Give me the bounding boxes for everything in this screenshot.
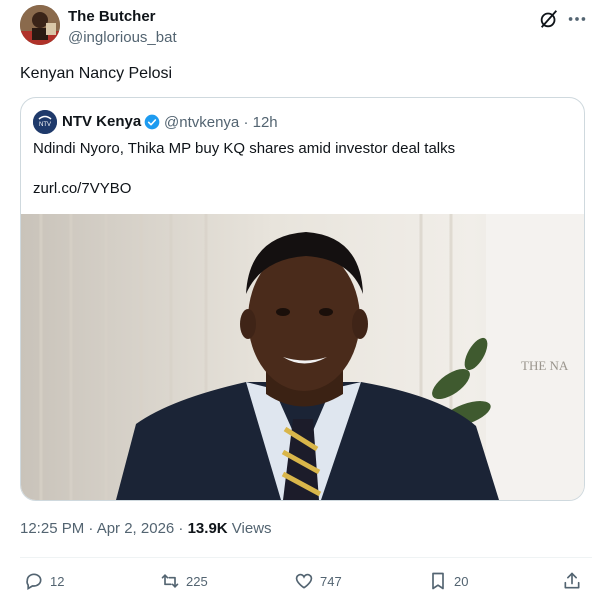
quote-age: · 12h [243, 114, 278, 131]
quoted-tweet-card[interactable]: NTV NTV Kenya @ntvkenya · 12h Ndindi Nyo… [20, 97, 585, 501]
share-icon [564, 572, 580, 589]
quote-photo[interactable]: THE NA [21, 214, 584, 500]
author-avatar[interactable] [20, 5, 60, 45]
repost-icon [161, 574, 179, 588]
like-button[interactable]: 747 [294, 569, 342, 593]
timestamp[interactable]: 12:25 PM · Apr 2, 2026 · [20, 520, 188, 537]
quote-text: Ndindi Nyoro, Thika MP buy KQ shares ami… [33, 140, 456, 157]
bookmark-icon [432, 572, 444, 590]
quote-meta: @ntvkenya · 12h [164, 114, 278, 131]
grok-icon[interactable] [538, 8, 560, 30]
quote-author-handle[interactable]: @ntvkenya [164, 114, 239, 131]
like-icon [295, 573, 313, 589]
photo-watermark: THE NA [521, 358, 569, 373]
bookmark-count: 20 [454, 573, 469, 589]
verified-badge-icon [144, 114, 160, 130]
divider [20, 557, 592, 558]
more-icon[interactable] [566, 8, 588, 30]
repost-count: 225 [186, 573, 208, 589]
author-name[interactable]: The Butcher [68, 8, 156, 25]
quote-author-avatar[interactable]: NTV [33, 110, 57, 134]
reply-count: 12 [50, 573, 65, 589]
views-count: 13.9K [187, 520, 228, 537]
like-count: 747 [320, 573, 342, 589]
quote-author-name[interactable]: NTV Kenya [62, 113, 141, 130]
repost-button[interactable]: 225 [160, 569, 208, 593]
quote-link[interactable]: zurl.co/7VYBO [33, 179, 131, 199]
share-button[interactable] [562, 569, 582, 593]
bookmark-button[interactable]: 20 [428, 569, 468, 593]
tweet-text: Kenyan Nancy Pelosi [20, 65, 173, 82]
reply-icon [26, 573, 42, 590]
timestamp-row: 12:25 PM · Apr 2, 2026 · 13.9K Views [20, 520, 272, 537]
avatar-text: NTV [39, 122, 51, 128]
reply-button[interactable]: 12 [24, 569, 64, 593]
views-label: Views [227, 520, 272, 537]
author-handle[interactable]: @inglorious_bat [68, 29, 177, 46]
